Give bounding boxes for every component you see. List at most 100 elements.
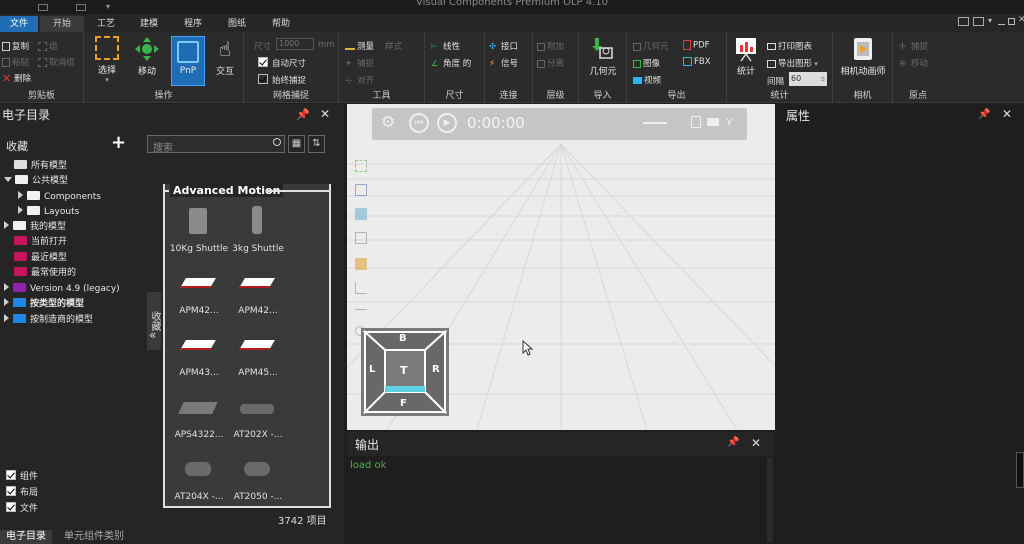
export-image-button[interactable]: 图像 — [633, 57, 660, 69]
measure-button[interactable]: 测量 — [345, 40, 374, 52]
print-chart-button[interactable]: 打印图表 — [767, 40, 812, 52]
grid-size-field[interactable]: 1000 — [276, 38, 314, 50]
filter-components-checkbox[interactable]: 组件 — [6, 470, 38, 485]
statistics-button[interactable]: 统计 — [731, 36, 761, 77]
export-video-button[interactable]: 视频 — [633, 74, 661, 86]
paste-button[interactable]: 粘贴 — [2, 56, 29, 68]
sort-button[interactable]: ⇅ — [308, 135, 325, 153]
export-chart-button[interactable]: 导出图形 ▾ — [767, 57, 818, 69]
tree-item-recent-models[interactable]: 最近模型 — [14, 251, 67, 266]
grid-view-button[interactable]: ▦ — [288, 135, 305, 153]
tab-drawing[interactable]: 图纸 — [216, 16, 258, 32]
cube-face-top[interactable]: T — [400, 364, 408, 377]
tab-catalog[interactable]: 电子目录 — [0, 530, 52, 544]
tree-item-layouts[interactable]: Layouts — [18, 205, 79, 220]
tree-item-by-type[interactable]: 按类型的模型 — [4, 297, 84, 312]
window-controls[interactable]: ▾ ✕ — [958, 15, 1024, 29]
side-grip[interactable] — [1016, 452, 1024, 488]
pin-icon[interactable]: 📌 — [296, 108, 310, 121]
gallery-item[interactable]: AT204X -... — [169, 452, 229, 502]
export-fbx-button[interactable]: FBX — [683, 57, 711, 67]
tree-item-legacy[interactable]: Version 4.9 (legacy) — [4, 282, 120, 297]
measure-view-icon[interactable] — [355, 304, 367, 310]
interval-field[interactable]: 60 s — [789, 72, 827, 86]
3d-viewport[interactable]: ⚙ ⏮ ▶ 0:00:00 ⋎ B T L R F — [347, 104, 775, 430]
box-view-icon[interactable] — [355, 232, 367, 244]
detach-button[interactable]: 分离 — [537, 57, 564, 69]
copy-button[interactable]: 复制 — [2, 40, 29, 52]
gallery-item[interactable]: APM43... — [169, 328, 229, 378]
pin-icon[interactable]: 📌 — [978, 109, 990, 120]
tab-process[interactable]: 工艺 — [86, 16, 126, 32]
tree-item-by-manufacturer[interactable]: 按制造商的模型 — [4, 313, 93, 328]
camera-animator-button[interactable]: 相机动画师 — [835, 36, 891, 77]
close-icon[interactable]: ✕ — [1002, 107, 1012, 121]
interface-button[interactable]: ✣ 接口 — [489, 40, 518, 53]
tab-help[interactable]: 帮助 — [260, 16, 302, 32]
move-button[interactable]: 移动 — [132, 36, 162, 77]
origin-move-button[interactable]: ⊕ 移动 — [899, 57, 928, 70]
axis-icon[interactable] — [355, 282, 367, 294]
origin-snap-button[interactable]: ✛ 捕捉 — [899, 40, 928, 53]
tree-item-my-models[interactable]: 我的模型 — [4, 220, 66, 235]
auto-size-checkbox[interactable]: 自动尺寸 — [258, 57, 306, 69]
gallery-item[interactable]: 3kg Shuttle — [228, 204, 288, 254]
gallery-item[interactable]: APS4322... — [169, 390, 229, 440]
filter-files-checkbox[interactable]: 文件 — [6, 502, 38, 517]
tree-item-currently-open[interactable]: 当前打开 — [14, 235, 67, 250]
close-icon[interactable]: ✕ — [320, 107, 330, 121]
speed-slider[interactable] — [643, 122, 667, 124]
export-pdf-button[interactable]: PDF — [683, 40, 710, 51]
cube-face-front[interactable]: F — [400, 398, 407, 409]
gallery-item[interactable]: APM42... — [169, 266, 229, 316]
tab-modeling[interactable]: 建模 — [128, 16, 170, 32]
gallery-item[interactable]: APM42... — [228, 266, 288, 316]
align-button[interactable]: ⊹ 对齐 — [345, 74, 374, 87]
tab-cell-component-classes[interactable]: 单元组件类别 — [58, 530, 130, 544]
ungroup-button[interactable]: 取消组 — [38, 56, 75, 68]
settings-gear-icon[interactable]: ⚙ — [381, 112, 395, 131]
tree-item-most-used[interactable]: 最常使用的 — [14, 266, 76, 281]
collapse-chevron-icon[interactable]: « — [149, 328, 156, 342]
output-scrollbar[interactable] — [767, 458, 773, 542]
gallery-item[interactable]: 10Kg Shuttle — [169, 204, 229, 254]
navigation-cube[interactable]: B T L R F — [361, 328, 449, 416]
tree-item-public-models[interactable]: 公共模型 — [4, 174, 68, 189]
fit-view-icon[interactable] — [355, 160, 367, 172]
cube-face-back[interactable]: B — [399, 333, 407, 344]
pnp-button[interactable]: PnP — [171, 36, 205, 86]
render-mode-icon[interactable] — [355, 258, 367, 270]
import-geometry-button[interactable]: 几何元 — [585, 36, 621, 77]
attach-button[interactable]: 附加 — [537, 40, 564, 52]
close-icon[interactable]: ✕ — [751, 436, 761, 450]
filter-layouts-checkbox[interactable]: 布局 — [6, 486, 38, 501]
export-geometry-button[interactable]: 几何元 — [633, 40, 669, 52]
delete-button[interactable]: ✕ 删除 — [2, 72, 31, 85]
zoom-box-icon[interactable] — [355, 184, 367, 196]
cube-face-right[interactable]: R — [432, 364, 440, 375]
tab-program[interactable]: 程序 — [172, 16, 214, 32]
video-record-icon[interactable] — [707, 118, 719, 126]
search-input[interactable]: 搜索 — [147, 135, 285, 154]
snap-tool-button[interactable]: ✦ 捕捉 — [345, 57, 374, 70]
gallery-item[interactable]: AT2050 -... — [228, 452, 288, 502]
play-button[interactable]: ▶ — [437, 113, 457, 133]
tree-item-components[interactable]: Components — [18, 190, 101, 205]
gallery-item[interactable]: APM45... — [228, 328, 288, 378]
pdf-export-icon[interactable] — [691, 116, 701, 128]
signal-button[interactable]: ⚡ 信号 — [489, 57, 518, 70]
linear-dimension-button[interactable]: ⊢ 线性 — [431, 40, 460, 53]
tree-item-all-models[interactable]: 所有模型 — [14, 159, 67, 174]
gallery-item[interactable]: AT202X -... — [228, 390, 288, 440]
rewind-button[interactable]: ⏮ — [409, 113, 429, 133]
always-snap-checkbox[interactable]: 始终捕捉 — [258, 74, 306, 86]
tab-home[interactable]: 开始 — [40, 16, 84, 32]
cube-face-left[interactable]: L — [369, 364, 375, 375]
select-button[interactable]: 选择 ▾ — [92, 36, 122, 84]
group-button[interactable]: 组 — [38, 40, 58, 52]
pin-icon[interactable]: 📌 — [727, 437, 739, 448]
interact-button[interactable]: ☝ 交互 — [210, 36, 240, 77]
focus-icon[interactable] — [355, 208, 367, 220]
add-favorite-button[interactable]: + — [111, 132, 126, 153]
tab-file[interactable]: 文件 — [0, 16, 38, 32]
